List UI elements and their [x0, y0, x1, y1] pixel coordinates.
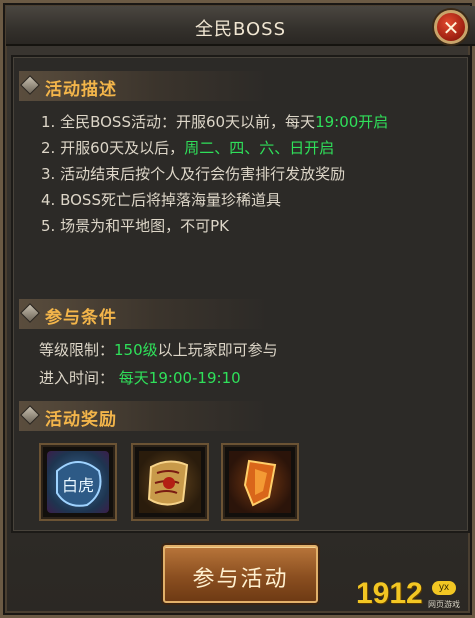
entry-time: 进入时间： 每天19:00-19:10 — [39, 369, 241, 387]
reward-slot[interactable] — [221, 443, 299, 521]
close-button[interactable]: ✕ — [434, 10, 468, 44]
description-item: 2. 开服60天及以后，周二、四、六、日开启 — [41, 139, 335, 157]
description-item: 1. 全民BOSS活动：开服60天以前，每天19:00开启 — [41, 113, 389, 131]
shield-fragment-icon — [229, 451, 291, 513]
title-bar: 全民BOSS ✕ — [6, 6, 475, 46]
section-conditions-header: 参与条件 — [19, 299, 269, 329]
diamond-bullet-icon — [20, 303, 40, 323]
reward-slot[interactable]: 白虎 — [39, 443, 117, 521]
reward-slot[interactable] — [131, 443, 209, 521]
site-watermark-logo: 1912 yx 网页游戏 — [356, 577, 460, 610]
boss-event-window: 全民BOSS ✕ 活动描述 1. 全民BOSS活动：开服60天以前，每天19:0… — [0, 0, 475, 618]
join-event-button[interactable]: 参与活动 — [163, 545, 318, 603]
close-icon: ✕ — [442, 16, 460, 40]
description-item: 3. 活动结束后按个人及行会伤害排行发放奖励 — [41, 165, 346, 183]
section-title: 参与条件 — [45, 308, 117, 328]
section-title: 活动奖励 — [45, 410, 117, 430]
section-title: 活动描述 — [45, 80, 117, 100]
diamond-bullet-icon — [20, 405, 40, 425]
white-tiger-medal-icon: 白虎 — [47, 451, 109, 513]
description-item: 5. 场景为和平地图，不可PK — [41, 217, 229, 235]
window-title: 全民BOSS — [194, 19, 287, 40]
level-requirement: 等级限制：150级以上玩家即可参与 — [39, 341, 278, 359]
section-rewards-header: 活动奖励 — [19, 401, 269, 431]
section-description-header: 活动描述 — [19, 71, 269, 101]
join-button-label: 参与活动 — [192, 567, 289, 592]
description-item: 4. BOSS死亡后将掉落海量珍稀道具 — [41, 191, 281, 209]
diamond-bullet-icon — [20, 75, 40, 95]
svg-text:白虎: 白虎 — [62, 476, 94, 495]
scroll-icon — [139, 451, 201, 513]
